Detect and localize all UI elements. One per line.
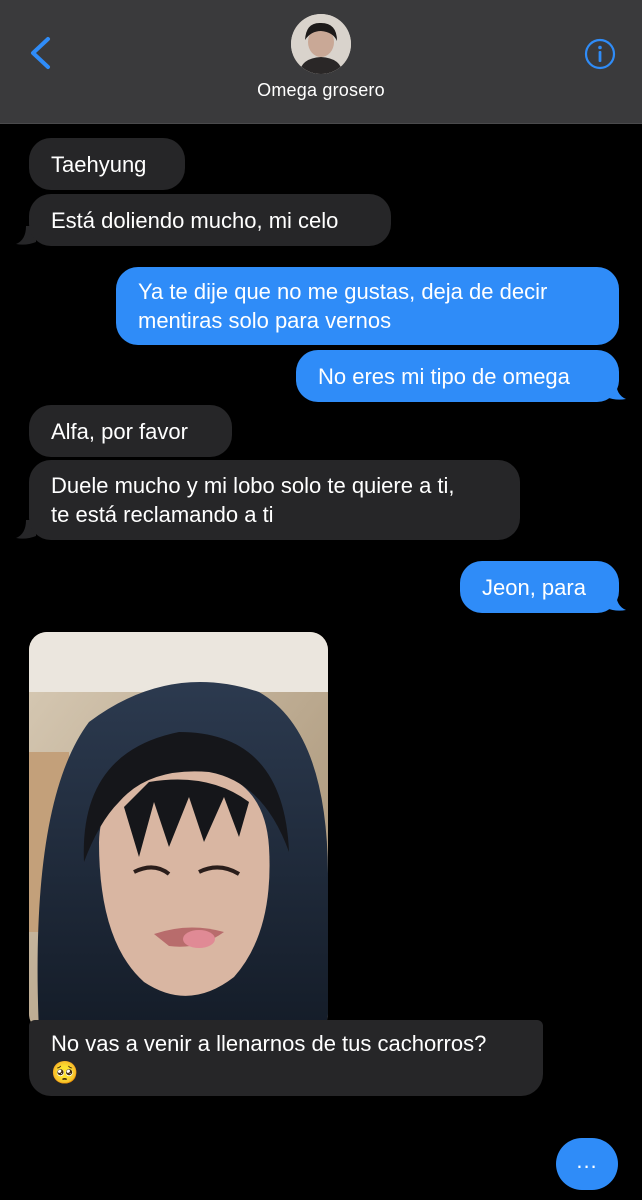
incoming-message-bubble[interactable]: Está doliendo mucho, mi celo [29,194,391,246]
info-icon[interactable] [584,38,616,70]
avatar[interactable] [291,14,351,74]
incoming-message-bubble[interactable]: No vas a venir a llenarnos de tus cachor… [29,1020,543,1096]
message-text: No eres mi tipo de omega [318,363,570,389]
message-text: Está doliendo mucho, mi celo [51,207,339,233]
message-text: Taehyung [51,151,147,177]
incoming-message-bubble[interactable]: Alfa, por favor [29,405,232,457]
conversation-header: Omega grosero [0,0,642,124]
incoming-message-bubble[interactable]: Taehyung [29,138,185,190]
typing-indicator: ... [556,1138,618,1190]
chevron-left-icon[interactable] [26,36,56,70]
outgoing-message-bubble[interactable]: Ya te dije que no me gustas, deja de dec… [116,267,619,345]
message-text: Duele mucho y mi lobo solo te quiere a t… [51,473,455,527]
incoming-message-bubble[interactable]: Duele mucho y mi lobo solo te quiere a t… [29,460,520,540]
message-text: Ya te dije que no me gustas, deja de dec… [138,279,548,333]
message-text: No vas a venir a llenarnos de tus cachor… [51,1031,487,1085]
contact-name[interactable]: Omega grosero [0,80,642,101]
message-text: Jeon, para [482,574,586,600]
message-text: Alfa, por favor [51,418,188,444]
outgoing-message-bubble[interactable]: Jeon, para [460,561,619,613]
photo-attachment[interactable] [29,632,328,1032]
typing-dots: ... [576,1148,598,1173]
outgoing-message-bubble[interactable]: No eres mi tipo de omega [296,350,619,402]
